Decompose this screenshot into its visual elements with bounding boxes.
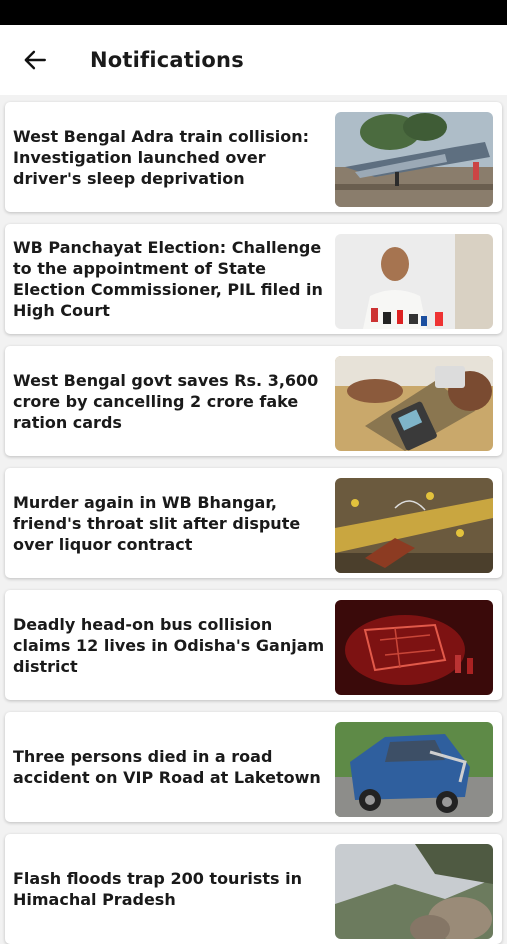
arrow-left-icon [24, 50, 46, 70]
notification-item[interactable]: Three persons died in a road accident on… [5, 712, 502, 822]
bus-wreck-night-photo [335, 600, 493, 695]
notification-item[interactable]: WB Panchayat Election: Challenge to the … [5, 224, 502, 334]
notification-item[interactable]: Deadly head-on bus collision claims 12 l… [5, 590, 502, 700]
status-bar [0, 0, 507, 25]
notification-title: WB Panchayat Election: Challenge to the … [13, 238, 323, 320]
notification-item[interactable]: West Bengal Adra train collision: Invest… [5, 102, 502, 212]
crashed-car-photo [335, 722, 493, 817]
train-derailment-photo [335, 112, 493, 207]
notification-title: Murder again in WB Bhangar, friend's thr… [13, 492, 301, 554]
landslide-rocks-photo [335, 844, 493, 939]
notification-title: West Bengal Adra train collision: Invest… [13, 126, 310, 188]
notification-title: Deadly head-on bus collision claims 12 l… [13, 614, 325, 676]
notification-item[interactable]: West Bengal govt saves Rs. 3,600 crore b… [5, 346, 502, 456]
notification-title: West Bengal govt saves Rs. 3,600 crore b… [13, 370, 319, 432]
press-conference-photo [335, 234, 493, 329]
app-bar: Notifications [0, 25, 507, 95]
back-button[interactable] [0, 25, 70, 95]
notification-title: Three persons died in a road accident on… [13, 747, 321, 787]
notification-title: Flash floods trap 200 tourists in Himach… [13, 869, 302, 909]
biometric-ration-device-photo [335, 356, 493, 451]
page-title: Notifications [90, 48, 244, 72]
notification-item[interactable]: Murder again in WB Bhangar, friend's thr… [5, 468, 502, 578]
crime-scene-tape-photo [335, 478, 493, 573]
notification-item[interactable]: Flash floods trap 200 tourists in Himach… [5, 834, 502, 944]
